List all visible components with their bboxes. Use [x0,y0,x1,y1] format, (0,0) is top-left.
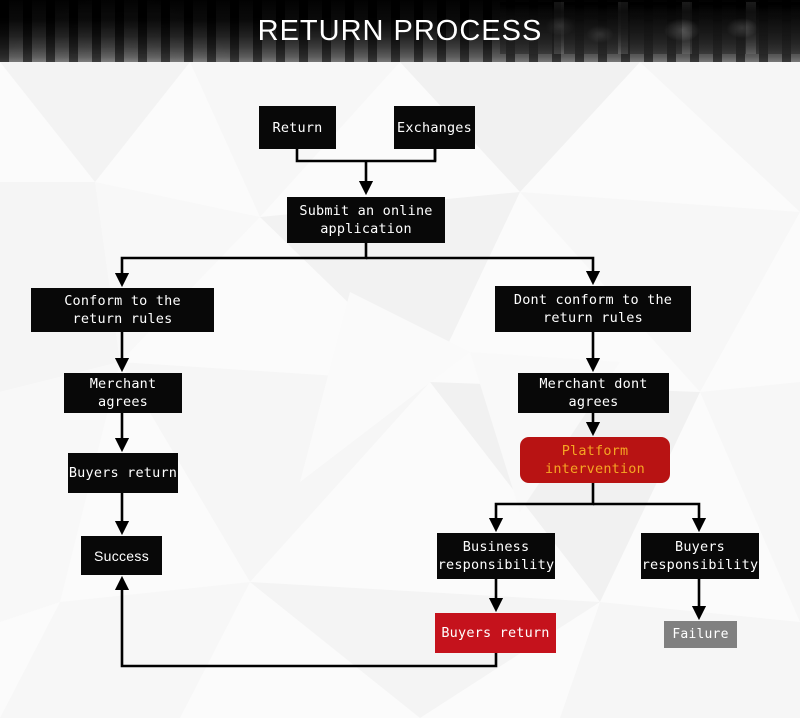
node-dont-conform-to-return-rules[interactable]: Dont conform to the return rules [495,286,691,332]
node-business-responsibility[interactable]: Business responsibility [437,533,555,579]
node-failure[interactable]: Failure [664,621,737,648]
node-buyers-return-bottom[interactable]: Buyers return [435,613,556,653]
node-conform-to-return-rules[interactable]: Conform to the return rules [31,288,214,332]
node-merchant-agrees[interactable]: Merchant agrees [64,373,182,413]
node-merchant-dont-agrees[interactable]: Merchant dont agrees [518,373,669,413]
node-platform-intervention[interactable]: Platform intervention [520,437,670,483]
node-success[interactable]: Success [81,536,162,575]
node-return[interactable]: Return [259,106,336,149]
node-submit-application[interactable]: Submit an online application [287,197,445,243]
node-buyers-responsibility[interactable]: Buyers responsibility [641,533,759,579]
page-header-banner: RETURN PROCESS [0,0,800,62]
page-title: RETURN PROCESS [257,15,543,47]
node-buyers-return-left[interactable]: Buyers return [68,453,178,493]
return-process-flowchart-page: RETURN PROCESS Return Exchanges Submit a… [0,0,800,718]
node-exchanges[interactable]: Exchanges [394,106,475,149]
